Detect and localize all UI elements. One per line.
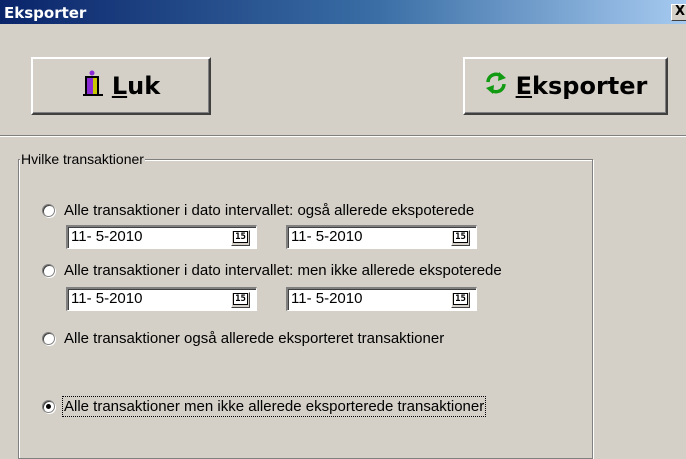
option-label: Alle transaktioner i dato intervallet: o… bbox=[64, 202, 475, 219]
luk-button[interactable]: Luk bbox=[31, 57, 211, 115]
option-date-range-all[interactable]: Alle transaktioner i dato intervallet: o… bbox=[42, 202, 474, 219]
door-exit-icon bbox=[82, 70, 104, 102]
option-all-not-exported[interactable]: Alle transaktioner men ikke allerede eks… bbox=[42, 396, 487, 417]
date-from-field[interactable]: 11- 5-2010 15 bbox=[66, 287, 257, 311]
refresh-arrows-icon bbox=[484, 71, 508, 101]
eksporter-button[interactable]: Eksporter bbox=[463, 57, 668, 115]
radio-button[interactable] bbox=[42, 204, 55, 217]
radio-button-selected[interactable] bbox=[42, 400, 55, 413]
calendar-icon[interactable]: 15 bbox=[231, 230, 250, 246]
radio-button[interactable] bbox=[42, 332, 55, 345]
window-title: Eksporter bbox=[4, 4, 87, 22]
calendar-icon[interactable]: 15 bbox=[231, 292, 250, 308]
date-to-field[interactable]: 11- 5-2010 15 bbox=[286, 225, 477, 249]
toolbar-panel: Luk Eksporter bbox=[0, 24, 686, 137]
option-all-including-exported[interactable]: Alle transaktioner også allerede eksport… bbox=[42, 330, 444, 347]
calendar-icon[interactable]: 15 bbox=[451, 292, 470, 308]
date-to-field[interactable]: 11- 5-2010 15 bbox=[286, 287, 477, 311]
option-label: Alle transaktioner også allerede eksport… bbox=[64, 330, 445, 347]
calendar-icon[interactable]: 15 bbox=[451, 230, 470, 246]
luk-label: Luk bbox=[111, 72, 161, 100]
date-from-field[interactable]: 11- 5-2010 15 bbox=[66, 225, 257, 249]
eksporter-label: Eksporter bbox=[515, 72, 648, 100]
option-label: Alle transaktioner men ikke allerede eks… bbox=[61, 396, 487, 417]
title-bar[interactable]: Eksporter X bbox=[0, 0, 686, 24]
radio-button[interactable] bbox=[42, 264, 55, 277]
close-icon[interactable]: X bbox=[671, 4, 686, 21]
option-label: Alle transaktioner i dato intervallet: m… bbox=[64, 262, 502, 279]
groupbox-title: Hvilke transaktioner bbox=[20, 151, 145, 167]
option-date-range-new[interactable]: Alle transaktioner i dato intervallet: m… bbox=[42, 262, 502, 279]
